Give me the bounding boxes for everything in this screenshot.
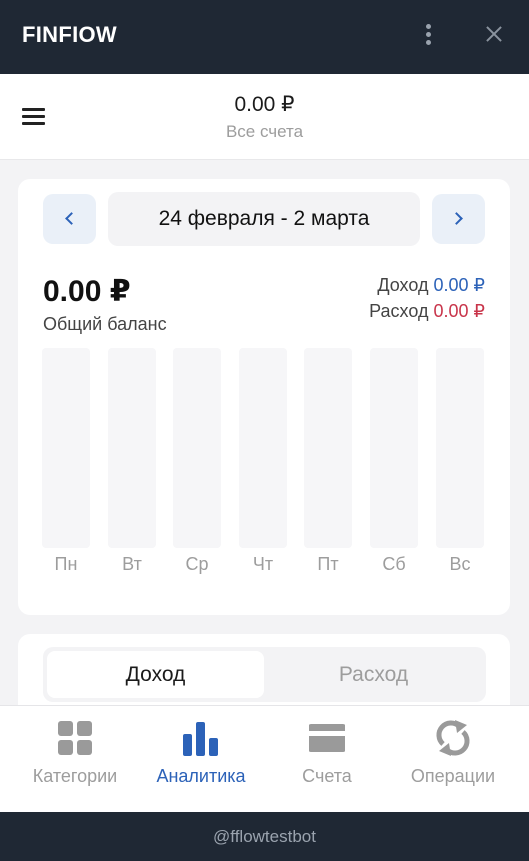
chart-day-label: Пн bbox=[54, 554, 78, 574]
grid-icon bbox=[58, 721, 92, 755]
expense-summary: Расход 0.00 ₽ bbox=[369, 301, 485, 322]
chart-day-label: Сб bbox=[382, 554, 406, 574]
expense-toggle-option[interactable]: Расход bbox=[265, 651, 482, 698]
bot-handle: @fflowtestbot bbox=[213, 827, 316, 846]
chart-bar-track bbox=[173, 348, 221, 548]
tab-categories-label: Категории bbox=[32, 766, 118, 786]
previous-week-button[interactable] bbox=[43, 194, 96, 244]
card-icon bbox=[309, 724, 345, 752]
chart-bar-track bbox=[436, 348, 484, 548]
tab-operations[interactable]: Операции bbox=[387, 706, 519, 813]
balance-value: 0.00 ₽ bbox=[43, 275, 131, 308]
expense-label: Расход bbox=[369, 301, 429, 321]
tab-analytics[interactable]: Аналитика bbox=[135, 706, 267, 813]
expense-value: 0.00 ₽ bbox=[433, 301, 486, 321]
date-range[interactable]: 24 февраля - 2 марта bbox=[108, 192, 420, 246]
chart-day-label: Ср bbox=[185, 554, 209, 574]
next-week-button[interactable] bbox=[432, 194, 485, 244]
analytics-card: 24 февраля - 2 марта 0.00 ₽ Общий баланс… bbox=[18, 179, 510, 615]
tab-accounts-label: Счета bbox=[302, 766, 352, 786]
bot-footer: @fflowtestbot bbox=[0, 812, 529, 861]
bottom-tab-bar: Категории Аналитика Счета Операции bbox=[0, 705, 529, 812]
income-toggle-option[interactable]: Доход bbox=[47, 651, 264, 698]
tab-analytics-label: Аналитика bbox=[156, 766, 246, 786]
chart-bar-track bbox=[304, 348, 352, 548]
income-value: 0.00 ₽ bbox=[433, 275, 486, 295]
accounts-selector[interactable]: Все счета bbox=[0, 122, 529, 142]
total-balance: 0.00 ₽ bbox=[234, 93, 295, 116]
income-summary: Доход 0.00 ₽ bbox=[377, 275, 485, 296]
tab-categories[interactable]: Категории bbox=[9, 706, 141, 813]
tab-operations-label: Операции bbox=[410, 766, 496, 786]
chart-bar-track bbox=[370, 348, 418, 548]
chart-bar-track bbox=[239, 348, 287, 548]
weekly-bar-chart: Пн Вт Ср Чт Пт Сб Вс bbox=[42, 348, 486, 578]
chart-day-label: Вс bbox=[449, 554, 471, 574]
top-bar: 0.00 ₽ Все счета bbox=[0, 74, 529, 160]
more-options-icon[interactable] bbox=[418, 22, 440, 48]
app-title: FINFIOW bbox=[22, 22, 117, 47]
balance-label: Общий баланс bbox=[43, 314, 167, 334]
chart-bar-track bbox=[42, 348, 90, 548]
chart-day-label: Чт bbox=[252, 554, 274, 574]
refresh-icon bbox=[436, 720, 470, 756]
income-label: Доход bbox=[377, 275, 429, 295]
chart-day-label: Пт bbox=[317, 554, 339, 574]
tab-accounts[interactable]: Счета bbox=[261, 706, 393, 813]
bar-chart-icon bbox=[183, 722, 218, 756]
income-expense-toggle: Доход Расход bbox=[43, 647, 486, 702]
close-icon[interactable] bbox=[481, 21, 507, 47]
chart-day-label: Вт bbox=[122, 554, 142, 574]
chart-bar-track bbox=[108, 348, 156, 548]
title-bar: FINFIOW bbox=[0, 0, 529, 74]
